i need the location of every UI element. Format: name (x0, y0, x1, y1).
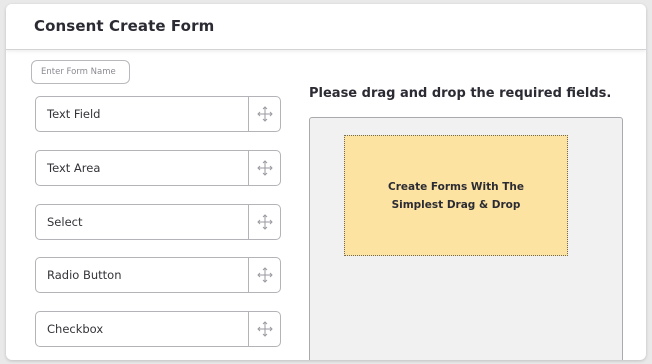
move-icon (256, 267, 273, 283)
drag-handle[interactable] (248, 258, 280, 292)
field-text-area[interactable]: Text Area (35, 150, 281, 186)
drag-handle[interactable] (248, 151, 280, 185)
header-bar: Consent Create Form (6, 4, 646, 50)
placeholder-text: Create Forms With The Simplest Drag & Dr… (388, 180, 524, 211)
drag-handle[interactable] (248, 97, 280, 131)
move-icon (256, 160, 273, 176)
page-title: Consent Create Form (34, 17, 215, 35)
field-text-field[interactable]: Text Field (35, 96, 281, 132)
move-icon (256, 106, 273, 122)
field-radio-button[interactable]: Radio Button (35, 257, 281, 293)
field-label: Radio Button (47, 268, 122, 282)
drag-handle[interactable] (248, 205, 280, 239)
field-label: Checkbox (47, 322, 104, 336)
move-icon (256, 214, 273, 230)
field-label: Text Field (47, 107, 101, 121)
form-builder-window: Consent Create Form Text Field Text Area… (6, 4, 646, 360)
drag-instructions: Please drag and drop the required fields… (309, 86, 612, 101)
drop-placeholder: Create Forms With The Simplest Drag & Dr… (344, 135, 568, 256)
field-checkbox[interactable]: Checkbox (35, 311, 281, 347)
form-name-input[interactable] (31, 60, 130, 84)
field-label: Select (47, 215, 83, 229)
move-icon (256, 321, 273, 337)
drag-handle[interactable] (248, 312, 280, 346)
field-label: Text Area (47, 161, 101, 175)
field-select[interactable]: Select (35, 204, 281, 240)
